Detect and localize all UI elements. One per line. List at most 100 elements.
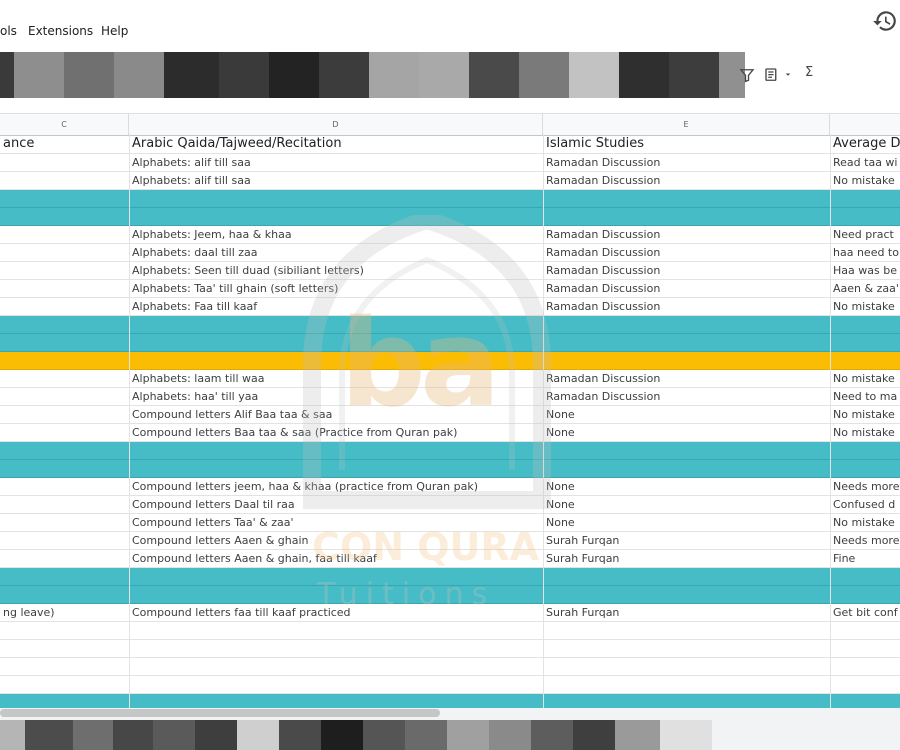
section-separator-row[interactable] bbox=[0, 586, 900, 604]
table-row[interactable] bbox=[0, 676, 900, 694]
table-cell[interactable] bbox=[0, 496, 129, 513]
table-cell[interactable]: Alphabets: daal till zaa bbox=[129, 244, 543, 261]
sheet-tab-blur[interactable] bbox=[573, 720, 615, 750]
table-cell[interactable]: Ramadan Discussion bbox=[543, 154, 830, 171]
table-cell[interactable] bbox=[0, 154, 129, 171]
table-cell[interactable] bbox=[0, 478, 129, 495]
table-cell[interactable] bbox=[830, 442, 900, 459]
table-cell[interactable] bbox=[830, 352, 900, 369]
table-cell[interactable]: Haa was be bbox=[830, 262, 900, 279]
column-header-e[interactable]: E bbox=[543, 114, 830, 135]
table-row[interactable]: Compound letters Daal til raa None Confuse… bbox=[0, 496, 900, 514]
table-row[interactable]: Alphabets: Jeem, haa & khaa Ramadan Discu… bbox=[0, 226, 900, 244]
table-cell[interactable] bbox=[129, 334, 543, 351]
sheet-tab-blur[interactable] bbox=[615, 720, 660, 750]
table-cell[interactable]: Alphabets: Taa' till ghain (soft letters… bbox=[129, 280, 543, 297]
table-row[interactable]: Compound letters Aaen & ghain, faa till … bbox=[0, 550, 900, 568]
chevron-down-icon[interactable] bbox=[783, 66, 793, 84]
table-row[interactable]: Alphabets: Faa till kaaf Ramadan Discussi… bbox=[0, 298, 900, 316]
section-separator-row[interactable] bbox=[0, 316, 900, 334]
sheet-tab-blur[interactable] bbox=[489, 720, 531, 750]
table-cell[interactable] bbox=[543, 586, 830, 603]
table-cell[interactable]: Fine bbox=[830, 550, 900, 567]
table-cell[interactable] bbox=[0, 586, 129, 603]
header-cell[interactable]: Islamic Studies bbox=[543, 134, 830, 153]
table-cell[interactable]: None bbox=[543, 424, 830, 441]
table-cell[interactable]: Compound letters jeem, haa & khaa (pract… bbox=[129, 478, 543, 495]
table-cell[interactable] bbox=[0, 334, 129, 351]
sheet-tab-blur[interactable] bbox=[531, 720, 573, 750]
horizontal-scrollbar-thumb[interactable] bbox=[0, 709, 440, 717]
table-cell[interactable]: Compound letters Taa' & zaa' bbox=[129, 514, 543, 531]
table-cell[interactable] bbox=[543, 622, 830, 639]
table-cell[interactable] bbox=[0, 352, 129, 369]
table-row[interactable] bbox=[0, 658, 900, 676]
table-cell[interactable]: Alphabets: Seen till duad (sibiliant let… bbox=[129, 262, 543, 279]
table-cell[interactable] bbox=[0, 208, 129, 225]
section-separator-row[interactable] bbox=[0, 352, 900, 370]
table-cell[interactable] bbox=[0, 550, 129, 567]
table-cell[interactable] bbox=[0, 514, 129, 531]
table-cell[interactable]: None bbox=[543, 478, 830, 495]
table-cell[interactable] bbox=[129, 190, 543, 207]
table-cell[interactable]: Needs more bbox=[830, 532, 900, 549]
table-cell[interactable] bbox=[543, 442, 830, 459]
table-row[interactable] bbox=[0, 640, 900, 658]
table-cell[interactable]: Confused d bbox=[830, 496, 900, 513]
table-cell[interactable] bbox=[830, 334, 900, 351]
table-cell[interactable] bbox=[830, 640, 900, 657]
sheet-tab-blur[interactable] bbox=[237, 720, 279, 750]
table-row[interactable]: ng leave) Compound letters faa till kaaf … bbox=[0, 604, 900, 622]
sheet-tab-blur[interactable] bbox=[447, 720, 489, 750]
table-row[interactable]: Compound letters Baa taa & saa (Practice… bbox=[0, 424, 900, 442]
section-separator-row[interactable] bbox=[0, 208, 900, 226]
table-cell[interactable]: Compound letters Aaen & ghain bbox=[129, 532, 543, 549]
table-cell[interactable]: Surah Furqan bbox=[543, 550, 830, 567]
table-cell[interactable]: Alphabets: haa' till yaa bbox=[129, 388, 543, 405]
table-row[interactable]: Alphabets: daal till zaa Ramadan Discussi… bbox=[0, 244, 900, 262]
table-cell[interactable]: Alphabets: alif till saa bbox=[129, 154, 543, 171]
table-cell[interactable]: Get bit conf bbox=[830, 604, 900, 621]
table-row[interactable]: Alphabets: Taa' till ghain (soft letters… bbox=[0, 280, 900, 298]
table-cell[interactable]: Ramadan Discussion bbox=[543, 298, 830, 315]
table-cell[interactable] bbox=[0, 388, 129, 405]
table-cell[interactable] bbox=[129, 442, 543, 459]
filter-icon[interactable] bbox=[738, 66, 756, 84]
table-row[interactable]: Alphabets: laam till waa Ramadan Discussi… bbox=[0, 370, 900, 388]
table-cell[interactable]: ng leave) bbox=[0, 604, 129, 621]
functions-sigma-icon[interactable]: Σ bbox=[805, 65, 813, 80]
table-cell[interactable] bbox=[0, 676, 129, 693]
table-cell[interactable]: None bbox=[543, 406, 830, 423]
table-row[interactable]: Compound letters Aaen & ghain Surah Furqa… bbox=[0, 532, 900, 550]
table-cell[interactable] bbox=[830, 568, 900, 585]
table-cell[interactable]: Need pract bbox=[830, 226, 900, 243]
table-cell[interactable] bbox=[0, 406, 129, 423]
table-cell[interactable] bbox=[543, 208, 830, 225]
table-cell[interactable] bbox=[0, 172, 129, 189]
table-cell[interactable] bbox=[0, 316, 129, 333]
column-header-f[interactable] bbox=[830, 114, 900, 135]
table-cell[interactable]: Ramadan Discussion bbox=[543, 244, 830, 261]
table-cell[interactable]: Surah Furqan bbox=[543, 532, 830, 549]
table-cell[interactable] bbox=[129, 352, 543, 369]
sheet-tab-blur[interactable] bbox=[195, 720, 237, 750]
table-cell[interactable] bbox=[0, 190, 129, 207]
filter-views-icon[interactable] bbox=[763, 66, 781, 84]
table-cell[interactable] bbox=[0, 442, 129, 459]
table-cell[interactable] bbox=[543, 334, 830, 351]
header-cell[interactable]: Arabic Qaida/Tajweed/Recitation bbox=[129, 134, 543, 153]
table-cell[interactable] bbox=[0, 532, 129, 549]
sheet-tab-blur[interactable] bbox=[153, 720, 195, 750]
table-cell[interactable]: Surah Furqan bbox=[543, 604, 830, 621]
table-cell[interactable] bbox=[543, 676, 830, 693]
table-cell[interactable] bbox=[543, 352, 830, 369]
table-cell[interactable]: Compound letters Aaen & ghain, faa till … bbox=[129, 550, 543, 567]
table-cell[interactable]: None bbox=[543, 514, 830, 531]
table-cell[interactable] bbox=[830, 676, 900, 693]
table-cell[interactable]: No mistake bbox=[830, 370, 900, 387]
table-cell[interactable] bbox=[543, 568, 830, 585]
table-cell[interactable]: Alphabets: alif till saa bbox=[129, 172, 543, 189]
table-cell[interactable] bbox=[0, 658, 129, 675]
table-cell[interactable]: No mistake bbox=[830, 406, 900, 423]
section-separator-row[interactable] bbox=[0, 460, 900, 478]
